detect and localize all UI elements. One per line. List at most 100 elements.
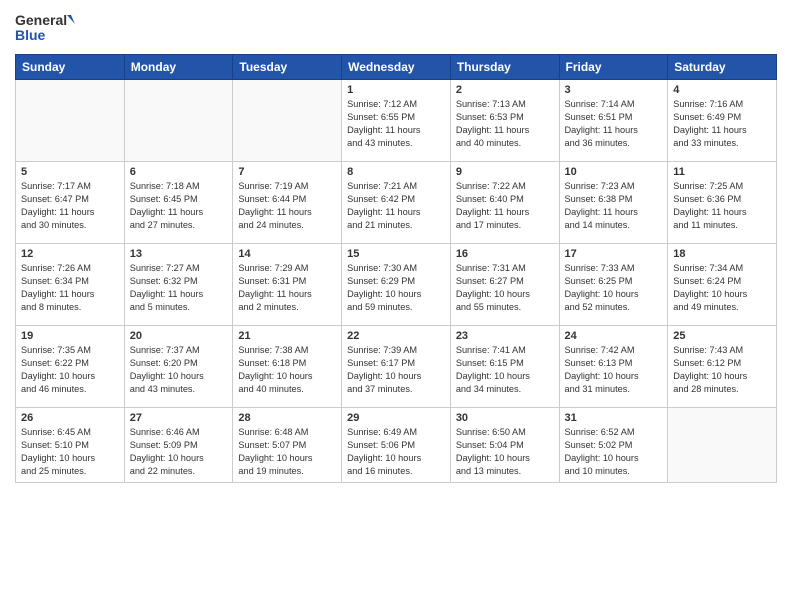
day-info: Sunrise: 7:37 AM Sunset: 6:20 PM Dayligh… xyxy=(130,344,228,396)
calendar-day-cell: 12Sunrise: 7:26 AM Sunset: 6:34 PM Dayli… xyxy=(16,244,125,326)
day-info: Sunrise: 7:14 AM Sunset: 6:51 PM Dayligh… xyxy=(565,98,663,150)
calendar-day-cell: 17 Sunrise: 7:33 AM Sunset: 6:25 PM Dayli… xyxy=(559,244,668,326)
day-number: 8 xyxy=(347,166,445,178)
day-info: Sunrise: 7:22 AM Sunset: 6:40 PM Dayligh… xyxy=(456,180,554,232)
day-number: 14 xyxy=(238,248,336,260)
calendar-day-cell: 1 Sunrise: 7:12 AM Sunset: 6:55 PM Daylig… xyxy=(342,80,451,162)
calendar-week-row: 19 Sunrise: 7:35 AM Sunset: 6:22 PM Dayli… xyxy=(16,326,777,408)
day-info: Sunrise: 7:35 AM Sunset: 6:22 PM Dayligh… xyxy=(21,344,119,396)
calendar-day-cell: 15 Sunrise: 7:30 AM Sunset: 6:29 PM Dayli… xyxy=(342,244,451,326)
day-info: Sunrise: 6:52 AM Sunset: 5:02 PM Dayligh… xyxy=(565,426,663,478)
calendar-day-cell: 8 Sunrise: 7:21 AM Sunset: 6:42 PM Daylig… xyxy=(342,162,451,244)
calendar-day-cell: 25 Sunrise: 7:43 AM Sunset: 6:12 PM Dayli… xyxy=(668,326,777,408)
day-info: Sunrise: 7:41 AM Sunset: 6:15 PM Dayligh… xyxy=(456,344,554,396)
day-info: Sunrise: 7:21 AM Sunset: 6:42 PM Dayligh… xyxy=(347,180,445,232)
day-number: 13 xyxy=(130,248,228,260)
calendar-day-cell: 19 Sunrise: 7:35 AM Sunset: 6:22 PM Dayli… xyxy=(16,326,125,408)
day-number: 18 xyxy=(673,248,771,260)
calendar-day-cell xyxy=(124,80,233,162)
day-info: Sunrise: 7:12 AM Sunset: 6:55 PM Dayligh… xyxy=(347,98,445,150)
logo: General Blue xyxy=(15,10,75,46)
day-info: Sunrise: 7:19 AM Sunset: 6:44 PM Dayligh… xyxy=(238,180,336,232)
day-number: 6 xyxy=(130,166,228,178)
day-number: 15 xyxy=(347,248,445,260)
day-info: Sunrise: 6:45 AM Sunset: 5:10 PM Dayligh… xyxy=(21,426,119,478)
calendar-week-row: 1 Sunrise: 7:12 AM Sunset: 6:55 PM Daylig… xyxy=(16,80,777,162)
calendar-day-cell: 9 Sunrise: 7:22 AM Sunset: 6:40 PM Daylig… xyxy=(450,162,559,244)
day-number: 1 xyxy=(347,84,445,96)
day-info: Sunrise: 7:39 AM Sunset: 6:17 PM Dayligh… xyxy=(347,344,445,396)
day-info: Sunrise: 7:26 AM Sunset: 6:34 PM Dayligh… xyxy=(21,262,119,314)
calendar-day-cell: 7 Sunrise: 7:19 AM Sunset: 6:44 PM Daylig… xyxy=(233,162,342,244)
calendar-day-header: Monday xyxy=(124,55,233,80)
day-info: Sunrise: 7:17 AM Sunset: 6:47 PM Dayligh… xyxy=(21,180,119,232)
calendar-day-header: Tuesday xyxy=(233,55,342,80)
calendar-day-cell: 30 Sunrise: 6:50 AM Sunset: 5:04 PM Dayli… xyxy=(450,408,559,483)
calendar-day-cell: 20 Sunrise: 7:37 AM Sunset: 6:20 PM Dayli… xyxy=(124,326,233,408)
calendar-day-header: Thursday xyxy=(450,55,559,80)
day-info: Sunrise: 6:48 AM Sunset: 5:07 PM Dayligh… xyxy=(238,426,336,478)
calendar-day-cell: 26 Sunrise: 6:45 AM Sunset: 5:10 PM Dayli… xyxy=(16,408,125,483)
calendar-header-row: SundayMondayTuesdayWednesdayThursdayFrid… xyxy=(16,55,777,80)
day-number: 11 xyxy=(673,166,771,178)
calendar-day-header: Friday xyxy=(559,55,668,80)
calendar-day-header: Sunday xyxy=(16,55,125,80)
calendar-day-cell xyxy=(668,408,777,483)
day-number: 22 xyxy=(347,330,445,342)
calendar-day-cell: 14 Sunrise: 7:29 AM Sunset: 6:31 PM Dayli… xyxy=(233,244,342,326)
day-info: Sunrise: 7:27 AM Sunset: 6:32 PM Dayligh… xyxy=(130,262,228,314)
day-number: 20 xyxy=(130,330,228,342)
day-info: Sunrise: 7:33 AM Sunset: 6:25 PM Dayligh… xyxy=(565,262,663,314)
calendar-day-cell: 21Sunrise: 7:38 AM Sunset: 6:18 PM Dayli… xyxy=(233,326,342,408)
day-number: 17 xyxy=(565,248,663,260)
calendar-day-cell: 22 Sunrise: 7:39 AM Sunset: 6:17 PM Dayli… xyxy=(342,326,451,408)
day-number: 31 xyxy=(565,412,663,424)
day-number: 10 xyxy=(565,166,663,178)
day-info: Sunrise: 7:34 AM Sunset: 6:24 PM Dayligh… xyxy=(673,262,771,314)
day-number: 29 xyxy=(347,412,445,424)
svg-text:Blue: Blue xyxy=(15,27,46,43)
day-number: 24 xyxy=(565,330,663,342)
calendar-day-cell: 5Sunrise: 7:17 AM Sunset: 6:47 PM Daylig… xyxy=(16,162,125,244)
calendar-day-cell: 28 Sunrise: 6:48 AM Sunset: 5:07 PM Dayli… xyxy=(233,408,342,483)
logo-icon: General Blue xyxy=(15,10,75,46)
calendar-week-row: 12Sunrise: 7:26 AM Sunset: 6:34 PM Dayli… xyxy=(16,244,777,326)
calendar-day-cell: 4Sunrise: 7:16 AM Sunset: 6:49 PM Daylig… xyxy=(668,80,777,162)
day-number: 19 xyxy=(21,330,119,342)
calendar-day-cell: 23 Sunrise: 7:41 AM Sunset: 6:15 PM Dayli… xyxy=(450,326,559,408)
day-number: 28 xyxy=(238,412,336,424)
day-info: Sunrise: 6:46 AM Sunset: 5:09 PM Dayligh… xyxy=(130,426,228,478)
day-info: Sunrise: 7:23 AM Sunset: 6:38 PM Dayligh… xyxy=(565,180,663,232)
day-number: 25 xyxy=(673,330,771,342)
calendar-day-cell: 29 Sunrise: 6:49 AM Sunset: 5:06 PM Dayli… xyxy=(342,408,451,483)
calendar-day-cell: 2Sunrise: 7:13 AM Sunset: 6:53 PM Daylig… xyxy=(450,80,559,162)
day-info: Sunrise: 7:18 AM Sunset: 6:45 PM Dayligh… xyxy=(130,180,228,232)
day-info: Sunrise: 6:50 AM Sunset: 5:04 PM Dayligh… xyxy=(456,426,554,478)
day-info: Sunrise: 6:49 AM Sunset: 5:06 PM Dayligh… xyxy=(347,426,445,478)
calendar-day-cell: 24 Sunrise: 7:42 AM Sunset: 6:13 PM Dayli… xyxy=(559,326,668,408)
calendar-day-cell: 18 Sunrise: 7:34 AM Sunset: 6:24 PM Dayli… xyxy=(668,244,777,326)
day-info: Sunrise: 7:42 AM Sunset: 6:13 PM Dayligh… xyxy=(565,344,663,396)
calendar-day-cell: 13 Sunrise: 7:27 AM Sunset: 6:32 PM Dayli… xyxy=(124,244,233,326)
calendar-day-header: Wednesday xyxy=(342,55,451,80)
day-info: Sunrise: 7:16 AM Sunset: 6:49 PM Dayligh… xyxy=(673,98,771,150)
calendar-day-cell: 10 Sunrise: 7:23 AM Sunset: 6:38 PM Dayli… xyxy=(559,162,668,244)
day-info: Sunrise: 7:30 AM Sunset: 6:29 PM Dayligh… xyxy=(347,262,445,314)
calendar-day-cell: 16Sunrise: 7:31 AM Sunset: 6:27 PM Dayli… xyxy=(450,244,559,326)
calendar-week-row: 5Sunrise: 7:17 AM Sunset: 6:47 PM Daylig… xyxy=(16,162,777,244)
calendar-day-cell: 11 Sunrise: 7:25 AM Sunset: 6:36 PM Dayli… xyxy=(668,162,777,244)
day-number: 30 xyxy=(456,412,554,424)
calendar-table: SundayMondayTuesdayWednesdayThursdayFrid… xyxy=(15,54,777,483)
day-number: 23 xyxy=(456,330,554,342)
day-info: Sunrise: 7:25 AM Sunset: 6:36 PM Dayligh… xyxy=(673,180,771,232)
day-number: 7 xyxy=(238,166,336,178)
calendar-day-cell: 3Sunrise: 7:14 AM Sunset: 6:51 PM Daylig… xyxy=(559,80,668,162)
day-info: Sunrise: 7:43 AM Sunset: 6:12 PM Dayligh… xyxy=(673,344,771,396)
day-number: 26 xyxy=(21,412,119,424)
calendar-day-cell xyxy=(16,80,125,162)
svg-text:General: General xyxy=(15,12,67,28)
day-info: Sunrise: 7:29 AM Sunset: 6:31 PM Dayligh… xyxy=(238,262,336,314)
day-number: 9 xyxy=(456,166,554,178)
calendar-day-cell xyxy=(233,80,342,162)
calendar-day-cell: 6 Sunrise: 7:18 AM Sunset: 6:45 PM Daylig… xyxy=(124,162,233,244)
